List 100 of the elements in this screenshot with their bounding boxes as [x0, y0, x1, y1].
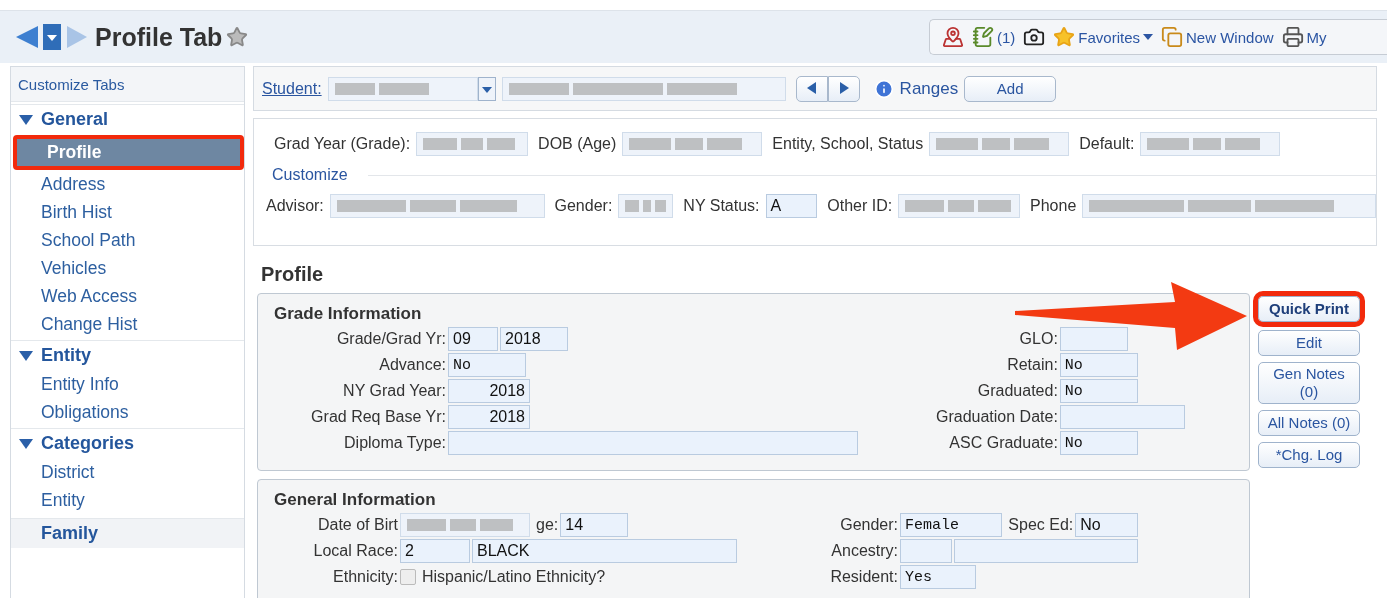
customize-tabs-link[interactable]: Customize Tabs: [11, 67, 244, 102]
blurred-field[interactable]: [327, 76, 478, 101]
sidebar-item[interactable]: Profile: [13, 135, 244, 170]
select-field[interactable]: Female: [900, 513, 1003, 537]
blurred-field[interactable]: [400, 513, 530, 537]
select-field[interactable]: Yes: [900, 565, 976, 589]
right-arrow-icon: [838, 82, 849, 94]
map-pin-icon[interactable]: [942, 26, 964, 48]
sidebar-item[interactable]: Obligations: [11, 399, 244, 426]
field-label: NY Grad Year:: [342, 382, 446, 400]
toolbar-link[interactable]: Favorites: [1078, 28, 1141, 46]
field-label: Local Race:: [312, 542, 398, 560]
action-button[interactable]: All Notes (0): [1258, 410, 1360, 436]
next-button[interactable]: [827, 75, 860, 102]
expand-caret-icon[interactable]: [19, 349, 33, 362]
field-label: Ancestry:: [830, 542, 898, 560]
field-label: Default:: [1079, 135, 1135, 153]
field-label: Ethnicity:: [332, 568, 398, 586]
input-field[interactable]: [954, 539, 1138, 563]
input-field[interactable]: [1059, 405, 1185, 429]
checkbox-label: Hispanic/Latino Ethnicity?: [422, 568, 606, 586]
input-field[interactable]: 2: [400, 539, 470, 563]
field-label: Grade/Grad Yr:: [335, 330, 446, 348]
star-icon[interactable]: [226, 26, 249, 48]
field-label: DOB (Age): [538, 135, 617, 153]
input-field[interactable]: BLACK: [472, 539, 737, 563]
section-heading: Profile: [261, 263, 325, 287]
page-title: Profile Tab: [95, 22, 223, 52]
select-field[interactable]: No: [1059, 379, 1138, 403]
dropdown-icon[interactable]: [477, 76, 496, 101]
input-field[interactable]: No: [1075, 513, 1138, 537]
input-field[interactable]: [900, 539, 953, 563]
field-label: Retain:: [1006, 356, 1058, 374]
ranges-link[interactable]: Ranges: [899, 78, 959, 99]
select-field[interactable]: No: [1059, 353, 1138, 377]
field-label: Other ID:: [827, 197, 893, 215]
field-label: Gender:: [554, 197, 613, 215]
checkbox[interactable]: [400, 569, 416, 585]
previous-button[interactable]: [795, 75, 828, 102]
action-button[interactable]: Gen Notes (0): [1258, 362, 1360, 404]
input-field[interactable]: 2018: [500, 327, 568, 351]
input-field[interactable]: 09: [448, 327, 498, 351]
camera-icon[interactable]: [1023, 26, 1046, 48]
toolbar-link[interactable]: (1): [997, 28, 1016, 46]
window-icon[interactable]: [1161, 26, 1184, 48]
blurred-field[interactable]: [898, 194, 1021, 218]
blurred-field[interactable]: [1140, 132, 1281, 156]
field-label: Resident:: [829, 568, 898, 586]
blurred-field[interactable]: [501, 76, 786, 101]
sidebar-item[interactable]: School Path: [11, 227, 244, 254]
sidebar-item[interactable]: Address: [11, 171, 244, 198]
blurred-field[interactable]: [329, 194, 545, 218]
input-field[interactable]: 2018: [448, 405, 530, 429]
input-field[interactable]: [448, 431, 858, 455]
printer-icon[interactable]: [1281, 26, 1304, 48]
sidebar-item[interactable]: Entity Info: [11, 371, 244, 398]
toolbar-link[interactable]: New Window: [1186, 28, 1274, 46]
action-button[interactable]: *Chg. Log: [1258, 442, 1360, 468]
sidebar-item[interactable]: Vehicles: [11, 255, 244, 282]
back-arrow-icon[interactable]: [14, 24, 40, 50]
sidebar-group[interactable]: Family: [11, 518, 244, 548]
section-title: General Information: [273, 490, 437, 511]
field-label: ge:: [536, 516, 559, 534]
sidebar-item[interactable]: District: [11, 459, 244, 486]
blurred-field[interactable]: [1082, 194, 1376, 218]
caret-icon[interactable]: [1143, 33, 1154, 41]
field-label: Advisor:: [266, 197, 324, 215]
sidebar-item[interactable]: Change Hist: [11, 311, 244, 338]
add-button[interactable]: Add: [964, 75, 1057, 102]
sidebar-item[interactable]: Entity: [11, 487, 244, 514]
field-label: Graduated:: [976, 382, 1058, 400]
sidebar-group[interactable]: Entity: [41, 345, 91, 366]
customize-link[interactable]: Customize: [272, 166, 348, 184]
star-icon[interactable]: [1053, 26, 1076, 48]
student-link[interactable]: Student:: [262, 79, 322, 98]
notepad-icon[interactable]: [972, 26, 994, 48]
input-field[interactable]: 14: [560, 513, 629, 537]
sidebar-group[interactable]: General: [41, 109, 109, 130]
blurred-field[interactable]: [929, 132, 1070, 156]
field-label: NY Status:: [683, 197, 760, 215]
blurred-field[interactable]: [416, 132, 529, 156]
blurred-field[interactable]: [618, 194, 674, 218]
sidebar-item[interactable]: Birth Hist: [11, 199, 244, 226]
expand-caret-icon[interactable]: [19, 437, 33, 450]
field-label: Diploma Type:: [343, 434, 446, 452]
sidebar-group[interactable]: Categories: [41, 433, 135, 454]
select-field[interactable]: No: [448, 353, 526, 377]
toolbar-link[interactable]: My: [1306, 28, 1327, 46]
action-button[interactable]: Edit: [1258, 330, 1360, 356]
expand-caret-icon[interactable]: [19, 113, 33, 126]
sidebar-item[interactable]: Web Access: [11, 283, 244, 310]
blurred-field[interactable]: [622, 132, 763, 156]
input-field[interactable]: 2018: [448, 379, 530, 403]
input-field[interactable]: A: [765, 194, 818, 218]
info-icon[interactable]: [873, 78, 894, 99]
field-label: Gender:: [839, 516, 898, 534]
dropdown-icon[interactable]: [43, 24, 61, 50]
select-field[interactable]: No: [1059, 431, 1138, 455]
input-field[interactable]: [1059, 327, 1128, 351]
field-label: Advance:: [378, 356, 446, 374]
